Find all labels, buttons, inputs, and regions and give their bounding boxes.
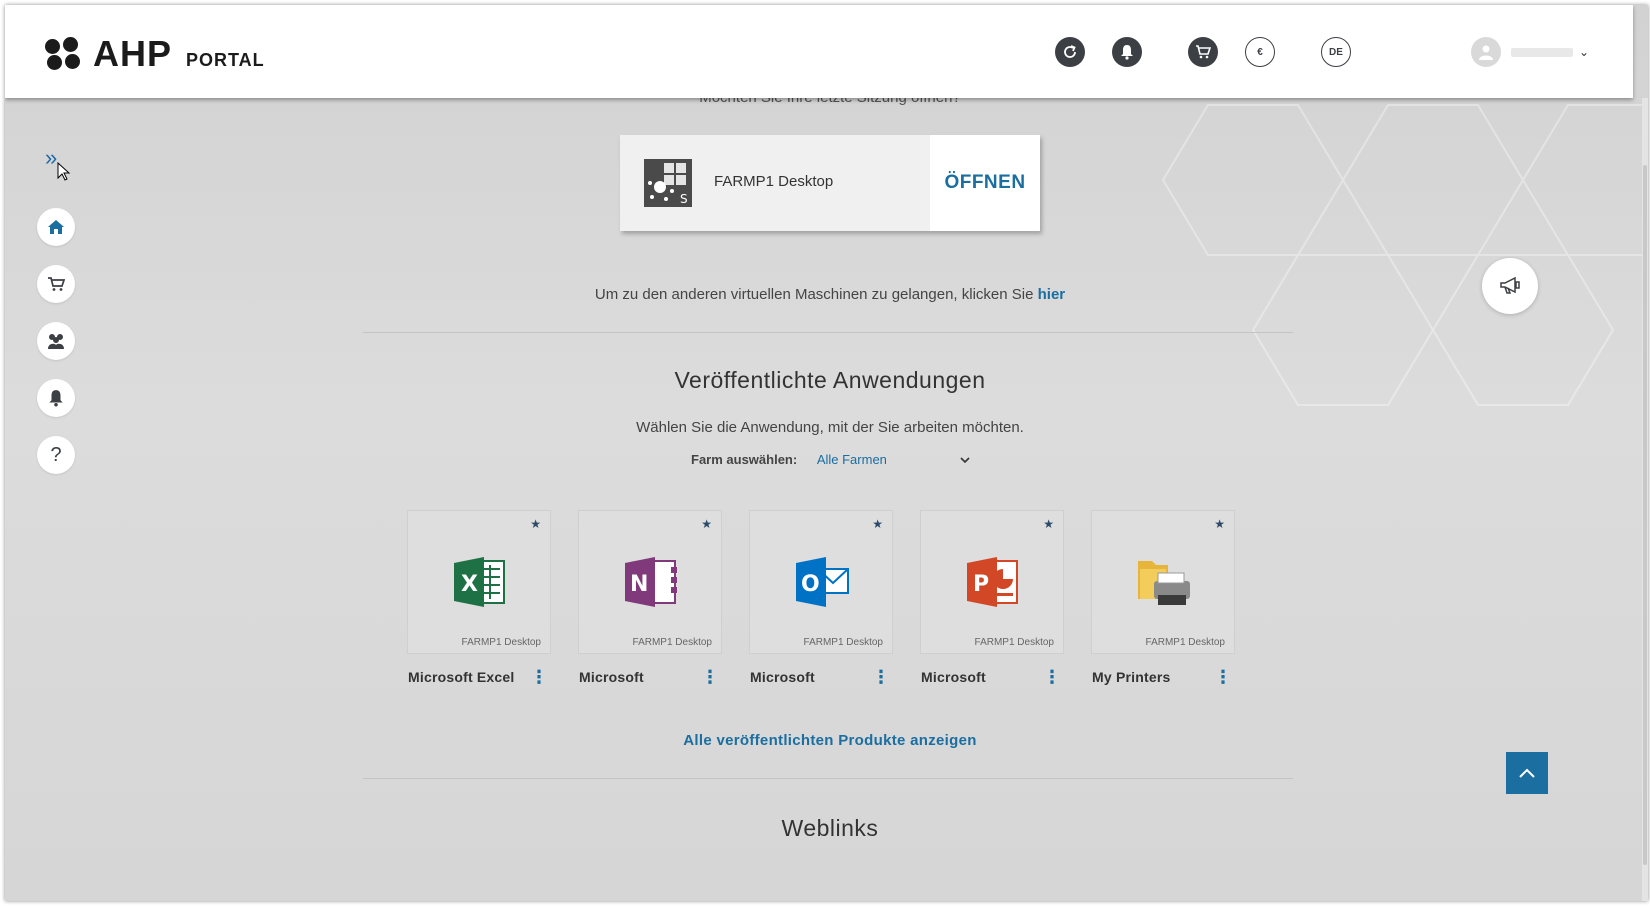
section-divider xyxy=(363,778,1293,779)
scrollbar-thumb[interactable] xyxy=(1643,165,1647,865)
vm-info-text: Um zu den anderen virtuellen Maschinen z… xyxy=(594,286,1034,303)
logo-name: AHP xyxy=(93,33,173,74)
notifications-button[interactable] xyxy=(1112,37,1142,67)
app-more-menu-icon[interactable]: ⋮ xyxy=(872,667,890,688)
desktop-session-icon: S xyxy=(644,159,692,207)
onenote-icon: N xyxy=(625,557,677,607)
outlook-icon: O xyxy=(796,557,849,607)
users-icon xyxy=(48,334,64,349)
app-more-menu-icon[interactable]: ⋮ xyxy=(530,667,548,688)
language-button[interactable]: DE xyxy=(1321,37,1351,67)
app-farm-label: FARMP1 Desktop xyxy=(632,637,712,648)
app-farm-label: FARMP1 Desktop xyxy=(974,637,1054,648)
sidebar-item-users[interactable] xyxy=(37,322,75,360)
app-farm-label: FARMP1 Desktop xyxy=(461,637,541,648)
excel-icon: X xyxy=(454,557,505,607)
svg-text:X: X xyxy=(461,572,478,597)
refresh-button[interactable] xyxy=(1055,37,1085,67)
cart-icon xyxy=(1196,45,1211,59)
vm-here-link[interactable]: hier xyxy=(1038,286,1066,303)
app-tile-box[interactable]: ★ P FARMP1 Desktop xyxy=(921,511,1063,653)
apps-section-subtitle: Wählen Sie die Anwendung, mit der Sie ar… xyxy=(636,419,1024,436)
app-tile[interactable]: ★ FARMP1 Desktop My Printers ⋮ xyxy=(1092,511,1234,687)
weblinks-title: Weblinks xyxy=(781,815,879,841)
app-more-menu-icon[interactable]: ⋮ xyxy=(1043,667,1061,688)
favorite-star-icon[interactable]: ★ xyxy=(1214,517,1225,531)
chevron-up-icon xyxy=(1519,768,1535,778)
session-desktop-name: FARMP1 Desktop xyxy=(714,173,834,190)
sidebar-expand-icon[interactable]: » xyxy=(45,145,57,171)
app-more-menu-icon[interactable]: ⋮ xyxy=(1214,667,1232,688)
favorite-star-icon[interactable]: ★ xyxy=(530,517,541,531)
favorite-star-icon[interactable]: ★ xyxy=(1043,517,1054,531)
feedback-button[interactable] xyxy=(1482,258,1538,314)
svg-text:N: N xyxy=(630,572,648,597)
cart-button[interactable] xyxy=(1188,37,1218,67)
refresh-icon xyxy=(1064,45,1076,58)
logo-dots-icon xyxy=(45,37,85,71)
open-session-button[interactable]: ÖFFNEN xyxy=(930,135,1040,231)
app-name: Microsoft xyxy=(921,669,986,685)
chevron-down-icon: ⌄ xyxy=(1579,45,1590,59)
avatar xyxy=(1471,37,1501,67)
vm-info-line: Um zu den anderen virtuellen Maschinen z… xyxy=(5,286,1648,303)
favorite-star-icon[interactable]: ★ xyxy=(701,517,712,531)
app-tile-box[interactable]: ★ FARMP1 Desktop xyxy=(1092,511,1234,653)
hex-pattern-background xyxy=(1161,104,1648,406)
ahp-portal-logo[interactable]: AHP PORTAL xyxy=(45,33,265,75)
app-name: Microsoft Excel xyxy=(408,669,515,685)
app-tile[interactable]: ★ X FARMP1 Desktop Microsoft Excel ⋮ xyxy=(408,511,550,687)
svg-text:P: P xyxy=(973,572,989,597)
logo-portal: PORTAL xyxy=(186,49,265,70)
app-farm-label: FARMP1 Desktop xyxy=(1145,637,1225,648)
scroll-to-top-button[interactable] xyxy=(1506,752,1548,794)
app-name: Microsoft xyxy=(579,669,644,685)
powerpoint-icon: P xyxy=(967,557,1018,607)
svg-text:O: O xyxy=(801,572,820,597)
currency-euro-icon[interactable]: € xyxy=(1245,37,1275,67)
farm-selector[interactable]: Farm auswählen: Alle Farmen xyxy=(691,452,970,467)
show-all-products-link[interactable]: Alle veröffentlichten Produkte anzeigen xyxy=(5,732,1648,749)
apps-section-title: Veröffentlichte Anwendungen xyxy=(674,367,986,393)
megaphone-icon xyxy=(1500,276,1520,294)
top-header: AHP PORTAL € DE ⌄ xyxy=(5,5,1633,98)
mouse-cursor-icon xyxy=(57,162,71,181)
app-tile-box[interactable]: ★ N FARMP1 Desktop xyxy=(579,511,721,653)
printer-icon xyxy=(1138,561,1190,605)
app-tile[interactable]: ★ O FARMP1 Desktop Microsoft ⋮ xyxy=(750,511,892,687)
app-tile-box[interactable]: ★ O FARMP1 Desktop xyxy=(750,511,892,653)
user-menu[interactable]: ⌄ xyxy=(1471,37,1589,67)
page-frame: AHP PORTAL € DE ⌄ » ? S FARMP1 Desktop Ö… xyxy=(5,5,1648,901)
favorite-star-icon[interactable]: ★ xyxy=(872,517,883,531)
chevron-down-icon xyxy=(960,457,970,464)
bell-icon xyxy=(1121,45,1133,60)
app-tile[interactable]: ★ N FARMP1 Desktop Microsoft ⋮ xyxy=(579,511,721,687)
help-icon[interactable]: ? xyxy=(37,436,75,474)
app-tile-box[interactable]: ★ X FARMP1 Desktop xyxy=(408,511,550,653)
app-name: Microsoft xyxy=(750,669,815,685)
user-name-redacted xyxy=(1511,47,1573,57)
svg-text:S: S xyxy=(680,192,688,206)
sidebar-item-home[interactable] xyxy=(37,208,75,246)
app-tile[interactable]: ★ P FARMP1 Desktop Microsoft ⋮ xyxy=(921,511,1063,687)
section-divider xyxy=(363,332,1293,333)
user-icon xyxy=(1479,45,1493,60)
app-name: My Printers xyxy=(1092,669,1171,685)
home-icon xyxy=(48,220,64,234)
app-farm-label: FARMP1 Desktop xyxy=(803,637,883,648)
farm-select-value[interactable]: Alle Farmen xyxy=(817,452,887,467)
last-session-card: S FARMP1 Desktop ÖFFNEN xyxy=(620,135,1040,231)
app-more-menu-icon[interactable]: ⋮ xyxy=(701,667,719,688)
farm-select-label: Farm auswählen: xyxy=(691,452,798,467)
